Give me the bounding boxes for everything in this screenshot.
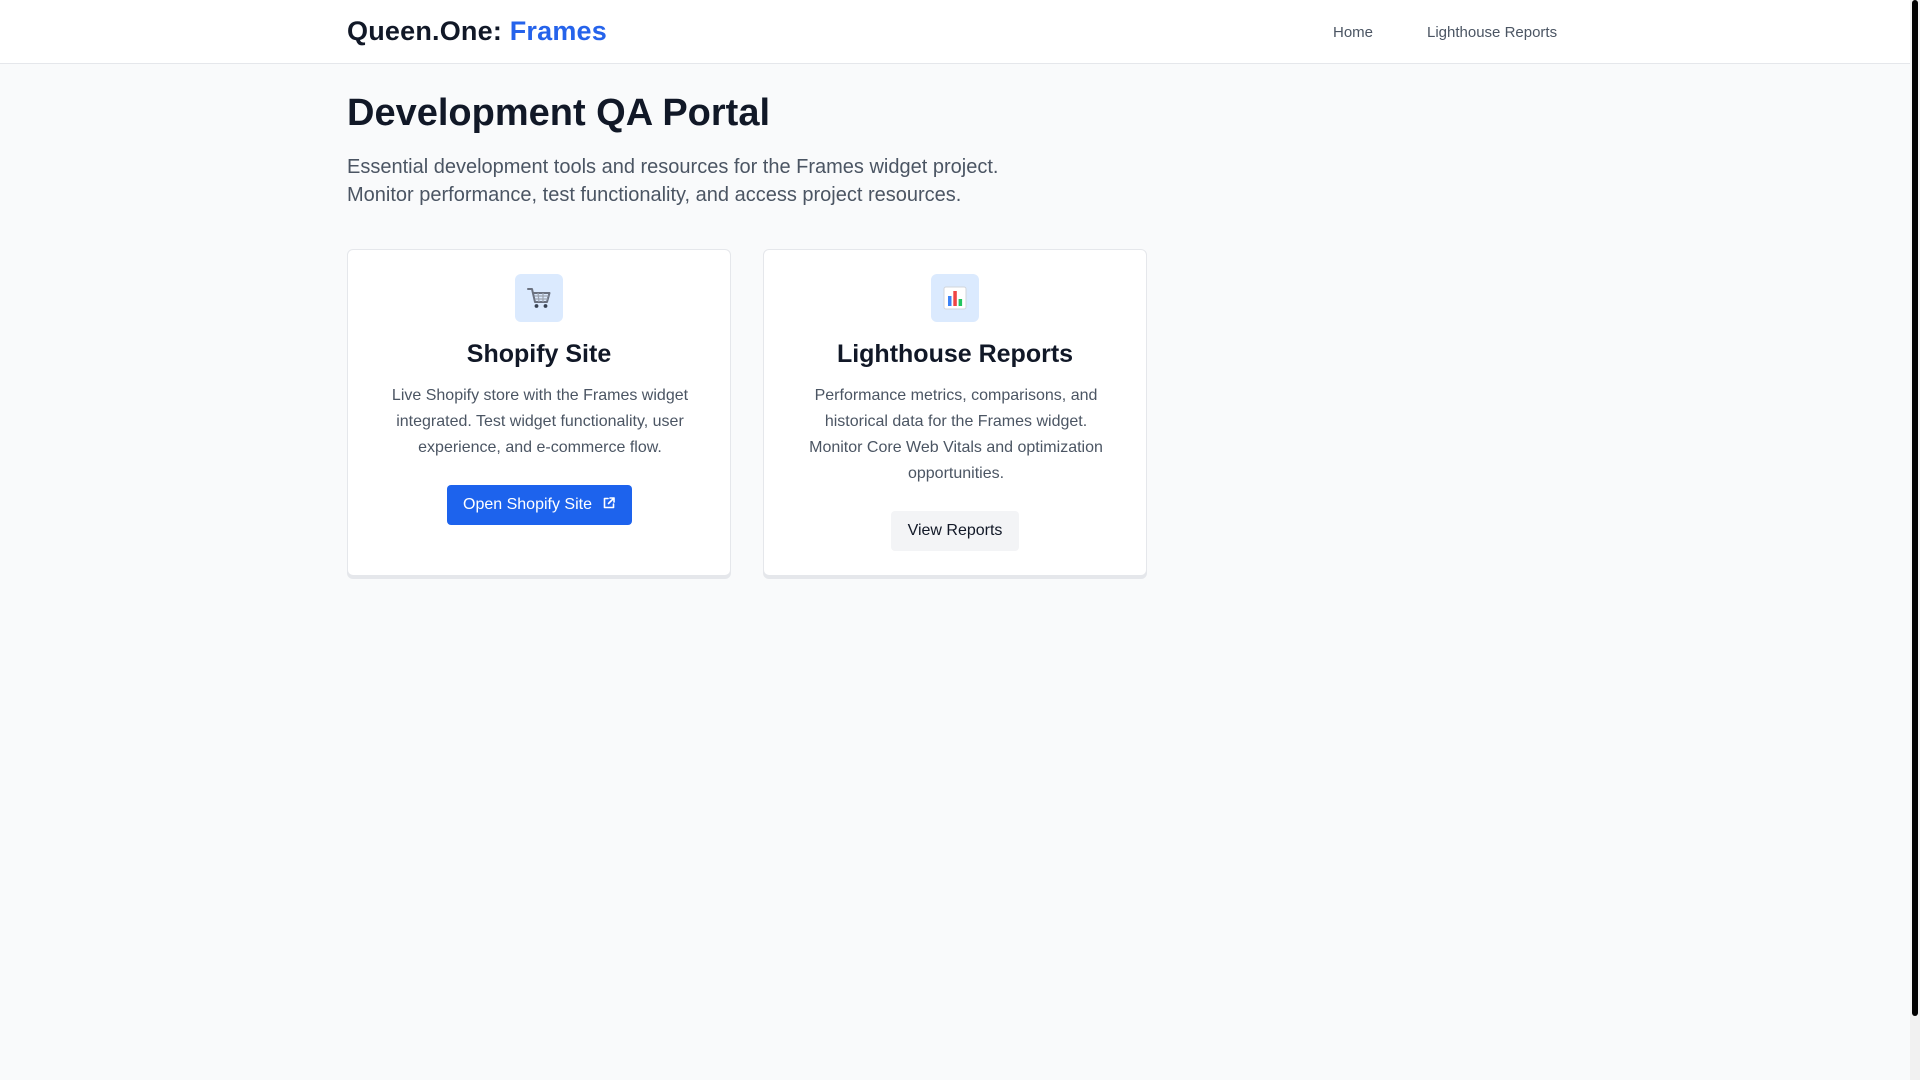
card-lighthouse-reports: Lighthouse Reports Performance metrics, … bbox=[763, 249, 1147, 576]
card-description: Performance metrics, comparisons, and hi… bbox=[809, 387, 1103, 482]
page-title: Development QA Portal bbox=[347, 92, 771, 134]
bar-chart-icon bbox=[931, 274, 979, 322]
card-shopify-site: Shopify Site Live Shopify store with the… bbox=[347, 249, 731, 576]
brand-prefix: Queen.One: bbox=[347, 16, 503, 46]
page-description-line-2: Monitor performance, test functionality,… bbox=[347, 184, 962, 206]
shopping-cart-icon bbox=[515, 274, 563, 322]
external-link-icon bbox=[602, 496, 616, 515]
card-title: Shopify Site bbox=[466, 340, 612, 368]
page-description: Essential development tools and resource… bbox=[347, 153, 1067, 209]
page-description-line-1: Essential development tools and resource… bbox=[347, 156, 999, 178]
site-header: Queen.One: Frames Home Lighthouse Report… bbox=[0, 0, 1910, 64]
nav-link-lighthouse-reports[interactable]: Lighthouse Reports bbox=[1427, 24, 1557, 41]
brand-accent: Frames bbox=[509, 16, 607, 46]
view-reports-button[interactable]: View Reports bbox=[891, 511, 1019, 551]
card-title: Lighthouse Reports bbox=[836, 340, 1074, 368]
nav-home-wrap: Home bbox=[1333, 0, 1373, 64]
button-label: View Reports bbox=[907, 522, 1003, 539]
scrollbar-thumb[interactable] bbox=[1912, 0, 1918, 1016]
open-shopify-site-button[interactable]: Open Shopify Site bbox=[447, 485, 632, 525]
nav-link-home[interactable]: Home bbox=[1333, 24, 1373, 41]
card-description: Live Shopify store with the Frames widge… bbox=[391, 387, 689, 456]
button-label: Open Shopify Site bbox=[463, 496, 592, 513]
brand-logo[interactable]: Queen.One: Frames bbox=[347, 16, 607, 47]
nav-lighthouse-wrap: Lighthouse Reports bbox=[1427, 0, 1557, 64]
